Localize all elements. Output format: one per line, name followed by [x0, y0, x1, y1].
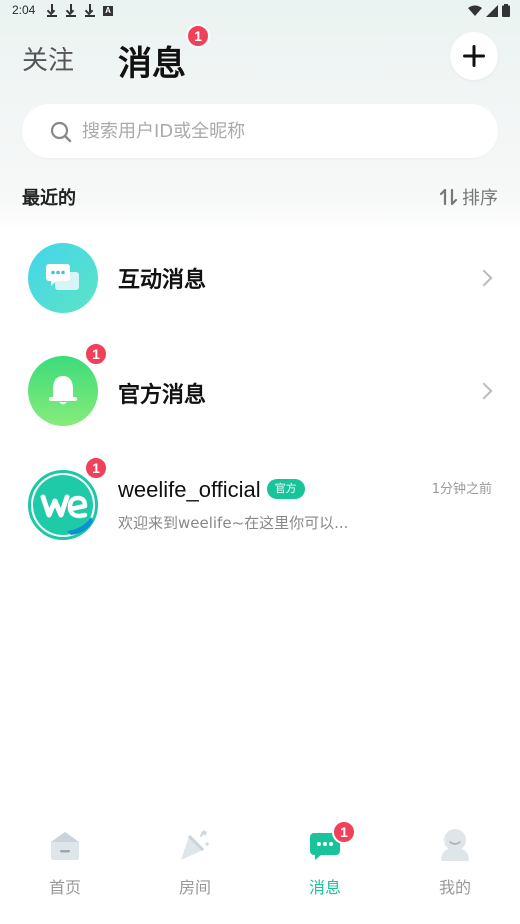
conversation-interaction[interactable]: 互动消息 — [0, 228, 520, 328]
weelife-logo-icon — [33, 475, 93, 535]
conversation-official[interactable]: 1 官方消息 — [0, 341, 520, 441]
bell-icon — [49, 376, 77, 405]
nav-messages-badge: 1 — [332, 820, 356, 844]
status-bar: 2:04 A — [0, 0, 520, 24]
a-notification-icon: A — [103, 5, 113, 16]
recent-label: 最近的 — [22, 188, 76, 209]
battery-icon — [502, 4, 510, 17]
official-tag: 官方 — [266, 479, 305, 500]
download-icon — [46, 4, 58, 17]
chat-bubbles-icon — [46, 264, 79, 290]
nav-label: 消息 — [308, 878, 341, 897]
chevron-right-icon — [475, 382, 493, 400]
nav-label: 首页 — [48, 878, 81, 897]
signal-icon — [486, 4, 498, 17]
sort-icon — [440, 188, 458, 206]
bottom-navigation: 首页 房间 1 消息 我的 — [0, 820, 520, 924]
weelife-avatar — [28, 470, 98, 540]
official-avatar — [28, 356, 98, 426]
nav-label: 我的 — [438, 878, 471, 897]
plus-icon — [463, 45, 485, 67]
party-popper-icon — [181, 829, 209, 860]
nav-room[interactable]: 房间 — [130, 820, 260, 910]
nav-me[interactable]: 我的 — [390, 820, 520, 910]
nav-messages[interactable]: 1 消息 — [260, 820, 390, 910]
conversation-weelife[interactable]: 1 weelife_official 官方 — [0, 455, 520, 555]
status-notification-icons: A — [46, 4, 113, 17]
interaction-avatar — [28, 243, 98, 313]
download-icon — [84, 4, 96, 17]
conversation-title-wrap: weelife_official 官方 — [118, 477, 305, 503]
sort-label: 排序 — [462, 188, 498, 209]
status-system-icons — [468, 4, 510, 17]
tab-follow[interactable]: 关注 — [22, 40, 74, 77]
search-icon — [50, 121, 72, 143]
conversation-title: 互动消息 — [118, 268, 207, 293]
conversation-time: 1分钟之前 — [431, 482, 492, 497]
messages-tab-badge: 1 — [186, 24, 210, 48]
sort-button[interactable]: 排序 — [440, 184, 498, 210]
search-input[interactable] — [82, 104, 482, 158]
tab-messages[interactable]: 消息 — [118, 36, 186, 85]
add-button[interactable] — [450, 32, 498, 80]
conversation-preview: 欢迎来到weelife~在这里你可以... — [118, 514, 349, 532]
profile-icon — [441, 829, 469, 861]
nav-label: 房间 — [178, 878, 211, 897]
weelife-unread-badge: 1 — [84, 456, 108, 480]
conversation-title: 官方消息 — [118, 383, 207, 408]
status-time: 2:04 — [12, 3, 36, 17]
official-unread-badge: 1 — [84, 342, 108, 366]
conversation-title: weelife_official — [118, 477, 261, 502]
wifi-icon — [468, 5, 482, 16]
chevron-right-icon — [475, 269, 493, 287]
nav-home[interactable]: 首页 — [0, 820, 130, 910]
home-icon — [51, 832, 79, 860]
search-bar[interactable] — [22, 104, 498, 158]
download-icon — [65, 4, 77, 17]
